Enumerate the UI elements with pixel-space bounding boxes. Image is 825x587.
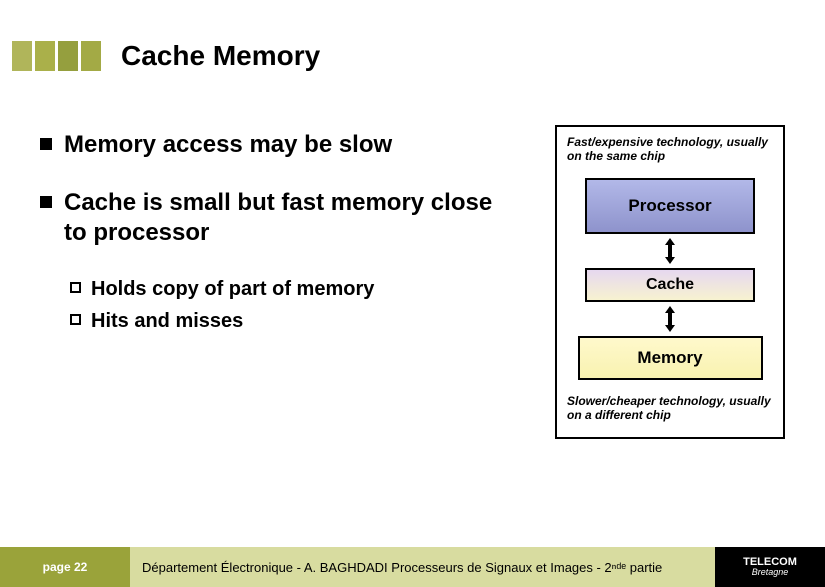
- sub-bullets: Holds copy of part of memory Hits and mi…: [70, 276, 520, 334]
- title-row: Cache Memory: [0, 40, 320, 72]
- content-area: Memory access may be slow Cache is small…: [40, 130, 520, 340]
- bullet-square-icon: [40, 138, 52, 150]
- bullet-square-icon: [40, 196, 52, 208]
- sub-bullet-text: Holds copy of part of memory: [91, 276, 374, 302]
- bullet-item: Memory access may be slow: [40, 130, 520, 160]
- double-arrow-icon: [663, 238, 677, 264]
- memory-box: Memory: [578, 336, 763, 380]
- sub-bullet-item: Hits and misses: [70, 308, 520, 334]
- bullet-hollow-square-icon: [70, 314, 81, 325]
- bullet-text: Memory access may be slow: [64, 130, 392, 160]
- slide: Cache Memory Memory access may be slow C…: [0, 0, 825, 587]
- bullet-item: Cache is small but fast memory close to …: [40, 188, 520, 248]
- footer: page 22 Département Électronique - A. BA…: [0, 547, 825, 587]
- cache-box: Cache: [585, 268, 755, 302]
- sub-bullet-item: Holds copy of part of memory: [70, 276, 520, 302]
- diagram-note-top: Fast/expensive technology, usually on th…: [567, 135, 773, 164]
- diagram-note-bottom: Slower/cheaper technology, usually on a …: [567, 394, 773, 423]
- sub-bullet-text: Hits and misses: [91, 308, 243, 334]
- brand-logo: TELECOM Bretagne: [715, 547, 825, 587]
- logo-icon: [12, 41, 101, 71]
- brand-bottom: Bretagne: [752, 568, 789, 577]
- footer-text: Département Électronique - A. BAGHDADI P…: [130, 547, 715, 587]
- double-arrow-icon: [663, 306, 677, 332]
- page-number: page 22: [0, 547, 130, 587]
- bullet-text: Cache is small but fast memory close to …: [64, 188, 520, 248]
- processor-box: Processor: [585, 178, 755, 234]
- slide-title: Cache Memory: [121, 40, 320, 72]
- memory-hierarchy-diagram: Fast/expensive technology, usually on th…: [555, 125, 785, 439]
- bullet-hollow-square-icon: [70, 282, 81, 293]
